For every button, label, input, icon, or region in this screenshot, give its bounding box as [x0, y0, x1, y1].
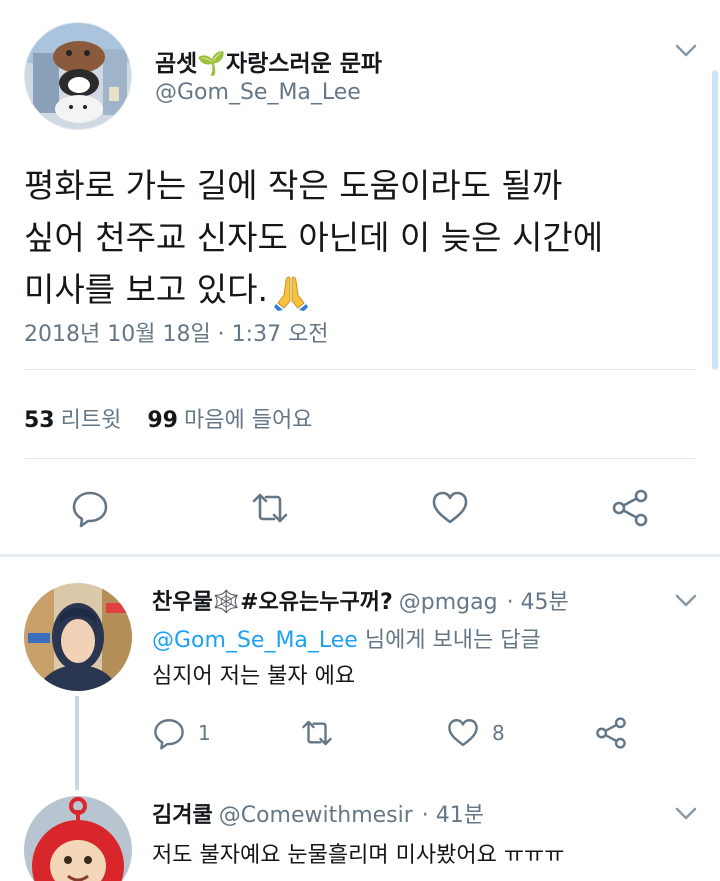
reply-header: 찬우물🕸️#오유는누구꺼? @pmgag · 45분	[152, 584, 569, 616]
reply-count: 1	[198, 721, 211, 745]
engagement-stats: 53 리트윗 99 마음에 들어요	[24, 402, 312, 434]
reply-icon[interactable]	[70, 488, 110, 528]
tweet-text-line: 평화로 가는 길에 작은 도움이라도 될까	[24, 166, 563, 205]
display-name[interactable]: 찬우물🕸️#오유는누구꺼?	[152, 590, 393, 615]
retweet-stat[interactable]: 53 리트윗	[24, 408, 121, 433]
reply-button[interactable]: 1	[152, 716, 211, 750]
user-handle[interactable]: @Comewithmesir	[219, 803, 413, 828]
retweet-icon	[300, 716, 334, 750]
user-handle[interactable]: @Gom_Se_Ma_Lee	[155, 80, 361, 105]
chevron-down-icon[interactable]	[672, 40, 700, 60]
tweet-text-line: 미사를 보고 있다.	[24, 270, 268, 309]
share-icon[interactable]	[610, 488, 650, 528]
avatar[interactable]	[24, 796, 132, 881]
replying-to-link[interactable]: @Gom_Se_Ma_Lee	[152, 628, 358, 653]
main-tweet: 곰셋🌱자랑스러운 문파 @Gom_Se_Ma_Lee 평화로 가는 길에 작은 …	[0, 0, 720, 556]
relative-time[interactable]: · 45분	[507, 590, 569, 615]
chevron-down-icon[interactable]	[672, 590, 700, 610]
reply-text: 심지어 저는 불자 에요	[152, 664, 356, 689]
reply-header: 김겨쿨 @Comewithmesir · 41분	[152, 797, 484, 829]
replying-to: @Gom_Se_Ma_Lee 님에게 보내는 답글	[152, 622, 541, 654]
like-icon[interactable]	[430, 488, 470, 528]
replying-to-suffix: 님에게 보내는 답글	[357, 628, 541, 653]
avatar[interactable]	[24, 22, 132, 130]
like-icon	[446, 716, 480, 750]
retweet-button[interactable]	[300, 716, 334, 750]
like-count: 8	[492, 721, 505, 745]
like-count: 99	[147, 408, 178, 433]
display-name[interactable]: 곰셋🌱자랑스러운 문파	[155, 44, 382, 78]
folded-hands-emoji	[272, 273, 310, 311]
timestamp[interactable]: 2018년 10월 18일 · 1:37 오전	[24, 316, 329, 348]
display-name[interactable]: 김겨쿨	[152, 803, 213, 828]
tweet-text: 평화로 가는 길에 작은 도움이라도 될까 싶어 천주교 신자도 아닌데 이 늦…	[24, 160, 694, 316]
tweet-text-line: 싶어 천주교 신자도 아닌데 이 늦은 시간에	[24, 218, 604, 257]
like-label: 마음에 들어요	[183, 408, 313, 433]
chevron-down-icon[interactable]	[672, 803, 700, 823]
user-handle[interactable]: @pmgag	[399, 590, 498, 615]
divider	[24, 369, 696, 370]
thread-line	[75, 696, 79, 790]
divider	[24, 458, 696, 459]
retweet-count: 53	[24, 408, 55, 433]
like-stat[interactable]: 99 마음에 들어요	[147, 408, 312, 433]
like-button[interactable]: 8	[446, 716, 505, 750]
avatar[interactable]	[24, 583, 132, 691]
reply-text: 저도 불자예요 눈물흘리며 미사봤어요 ㅠㅠㅠ	[152, 843, 565, 868]
share-button[interactable]	[594, 716, 628, 750]
retweet-icon[interactable]	[250, 488, 290, 528]
relative-time[interactable]: · 41분	[422, 803, 484, 828]
section-separator	[0, 554, 720, 557]
reply-icon	[152, 716, 186, 750]
retweet-label: 리트윗	[60, 408, 122, 433]
share-icon	[594, 716, 628, 750]
